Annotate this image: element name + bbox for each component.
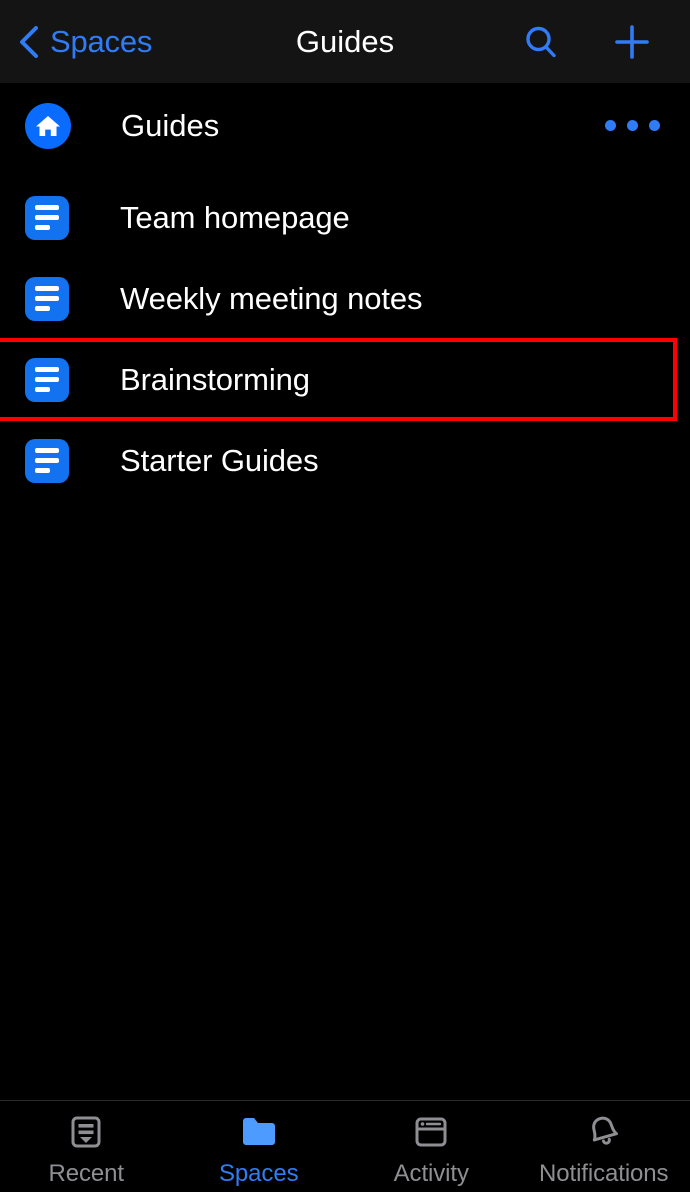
space-header-label: Guides [121,107,220,143]
list-item[interactable]: Weekly meeting notes [0,258,690,339]
tab-spaces[interactable]: Spaces [173,1111,346,1188]
tab-label: Recent [48,1160,125,1187]
window-icon [412,1111,450,1153]
list-item-label: Starter Guides [120,442,319,478]
app-screen: Spaces Guides Guides Team homepage Weekl… [0,0,690,1192]
back-button[interactable]: Spaces [18,24,152,60]
navigation-bar: Spaces Guides [0,0,690,83]
home-icon [25,102,71,149]
tab-label: Activity [393,1160,469,1187]
list-item-label: Brainstorming [120,361,310,397]
page-icon [25,357,69,402]
bell-icon [584,1111,624,1153]
tab-label: Spaces [219,1160,299,1187]
page-icon [25,438,69,483]
list-item[interactable]: Team homepage [0,177,690,258]
bottom-tab-bar: Recent Spaces Activity Notifications [0,1100,690,1192]
list-item-label: Weekly meeting notes [120,280,423,316]
search-icon[interactable] [522,23,560,61]
tab-activity[interactable]: Activity [345,1111,518,1188]
page-list: Team homepage Weekly meeting notes Brain… [0,168,690,1100]
list-item-highlighted[interactable]: Brainstorming [0,338,690,421]
chevron-left-icon [18,25,40,59]
plus-icon[interactable] [612,22,652,62]
back-button-label: Spaces [50,23,153,59]
space-header-row[interactable]: Guides [0,83,690,168]
navigation-actions [522,22,652,62]
page-icon [25,276,69,321]
page-icon [25,195,69,240]
inbox-icon [67,1111,105,1153]
more-horizontal-icon[interactable] [601,112,664,139]
tab-recent[interactable]: Recent [0,1111,173,1188]
tab-notifications[interactable]: Notifications [518,1111,690,1188]
tab-label: Notifications [539,1160,669,1187]
folder-icon [239,1111,279,1153]
list-item-label: Team homepage [120,199,350,235]
list-item[interactable]: Starter Guides [0,420,690,501]
